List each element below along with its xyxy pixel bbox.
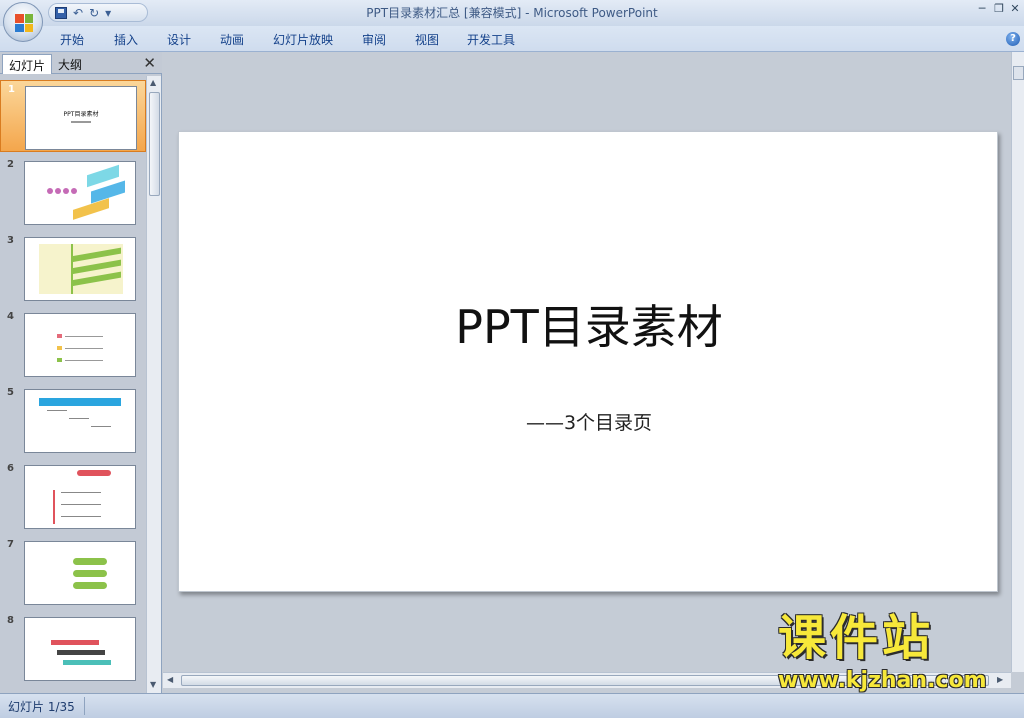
redo-icon[interactable]: ↻ — [89, 7, 99, 19]
thumbnail-scrollbar[interactable]: ▲ ▼ — [146, 76, 161, 693]
status-bar: 幻灯片 1/35 — [0, 693, 1024, 718]
slide-number: 3 — [7, 235, 14, 246]
tab-view[interactable]: 视图 — [415, 31, 439, 48]
slide-thumbnail[interactable]: 5 — [0, 384, 146, 456]
slide-subtitle[interactable]: ——3个目录页 — [179, 408, 999, 435]
panel-tabs: 幻灯片 大纲 ✕ — [0, 52, 162, 74]
tab-developer[interactable]: 开发工具 — [467, 31, 515, 48]
ribbon-tab-bar: 开始 插入 设计 动画 幻灯片放映 审阅 视图 开发工具 ? — [0, 26, 1024, 52]
slide-thumbnail[interactable]: 2 — [0, 156, 146, 228]
current-slide[interactable]: PPT目录素材 ——3个目录页 — [178, 131, 998, 592]
slide-number: 8 — [7, 615, 14, 626]
slides-panel: 幻灯片 大纲 ✕ 1 PPT目录素材 2 3 4 5 6 7 8 ▲ ▼ — [0, 52, 162, 693]
slide-number: 4 — [7, 311, 14, 322]
watermark: 课件站 www.kjzhan.com — [770, 614, 1010, 694]
thumb-title: PPT目录素材 — [63, 111, 99, 118]
scrollbar-thumb[interactable] — [149, 92, 160, 196]
undo-icon[interactable]: ↶ — [73, 7, 83, 19]
scroll-left-icon[interactable]: ◀ — [167, 675, 173, 684]
slide-preview — [24, 313, 136, 377]
slide-thumbnail[interactable]: 4 — [0, 308, 146, 380]
slide-indicator: 幻灯片 1/35 — [8, 700, 75, 714]
slide-title[interactable]: PPT目录素材 — [179, 304, 999, 350]
save-icon[interactable] — [55, 6, 67, 19]
tab-design[interactable]: 设计 — [167, 31, 191, 48]
slide-preview — [24, 389, 136, 453]
close-panel-icon[interactable]: ✕ — [143, 54, 156, 72]
minimize-button[interactable]: ─ — [974, 2, 990, 18]
thumbnail-list: 1 PPT目录素材 2 3 4 5 6 7 8 — [0, 76, 146, 693]
tab-slideshow[interactable]: 幻灯片放映 — [273, 31, 333, 48]
office-button[interactable] — [3, 2, 43, 42]
customize-qat-icon[interactable]: ▾ — [105, 7, 111, 19]
slide-thumbnail[interactable]: 1 PPT目录素材 — [0, 80, 146, 152]
slide-preview — [24, 237, 136, 301]
scroll-down-icon[interactable]: ▼ — [150, 680, 156, 689]
window-title: PPT目录素材汇总 [兼容模式] - Microsoft PowerPoint — [366, 6, 658, 20]
slide-number: 1 — [8, 84, 15, 95]
scroll-up-icon[interactable]: ▲ — [150, 78, 156, 87]
slide-preview — [24, 161, 136, 225]
app-name: Microsoft PowerPoint — [533, 6, 658, 20]
title-bar: PPT目录素材汇总 [兼容模式] - Microsoft PowerPoint … — [0, 0, 1024, 26]
document-title: PPT目录素材汇总 [兼容模式] — [366, 6, 522, 20]
slide-number: 6 — [7, 463, 14, 474]
slide-thumbnail[interactable]: 8 — [0, 612, 146, 684]
tab-slides[interactable]: 幻灯片 — [2, 54, 53, 74]
scrollbar-thumb[interactable] — [1013, 66, 1024, 80]
tab-animation[interactable]: 动画 — [220, 31, 244, 48]
slide-thumbnail[interactable]: 3 — [0, 232, 146, 304]
watermark-logo: 课件站 — [778, 610, 935, 666]
tab-home[interactable]: 开始 — [60, 31, 84, 48]
watermark-url: www.kjzhan.com — [778, 668, 987, 693]
tab-review[interactable]: 审阅 — [362, 31, 386, 48]
slide-number: 5 — [7, 387, 14, 398]
editor-vertical-scrollbar[interactable] — [1011, 52, 1024, 672]
slide-thumbnail[interactable]: 6 — [0, 460, 146, 532]
tab-outline[interactable]: 大纲 — [52, 54, 88, 74]
slide-preview: PPT目录素材 — [25, 86, 137, 150]
slide-preview — [24, 541, 136, 605]
status-divider — [84, 697, 85, 715]
quick-access-toolbar: ↶ ↻ ▾ — [48, 3, 148, 22]
restore-button[interactable]: ❐ — [991, 2, 1007, 18]
slide-preview — [24, 617, 136, 681]
office-logo-icon — [15, 14, 33, 32]
slide-preview — [24, 465, 136, 529]
slide-thumbnail[interactable]: 7 — [0, 536, 146, 608]
help-icon[interactable]: ? — [1006, 32, 1020, 46]
close-button[interactable]: ✕ — [1007, 2, 1023, 18]
slide-number: 2 — [7, 159, 14, 170]
tab-insert[interactable]: 插入 — [114, 31, 138, 48]
slide-number: 7 — [7, 539, 14, 550]
